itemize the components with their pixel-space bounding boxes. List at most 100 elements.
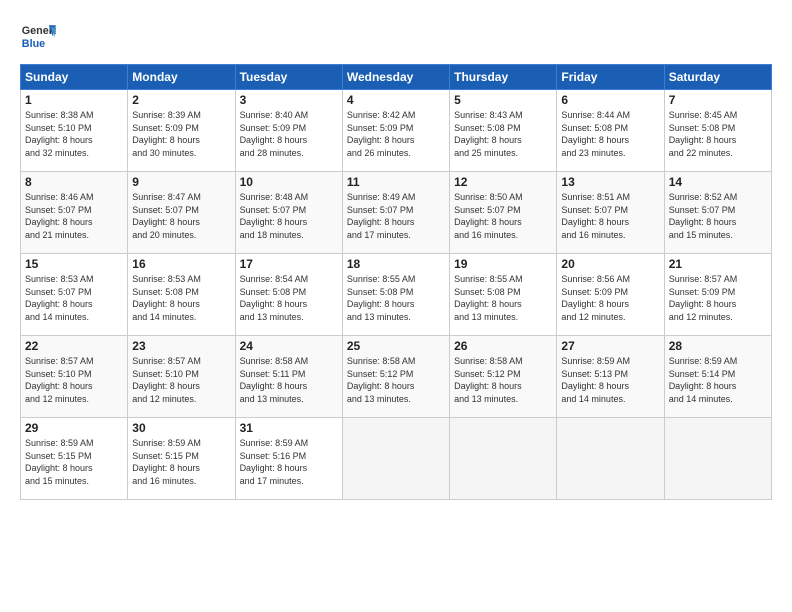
calendar-week-row: 1 Sunrise: 8:38 AM Sunset: 5:10 PM Daylig… — [21, 90, 772, 172]
calendar-cell: 7 Sunrise: 8:45 AM Sunset: 5:08 PM Daylig… — [664, 90, 771, 172]
day-number: 16 — [132, 257, 230, 271]
cell-info: Sunrise: 8:47 AM Sunset: 5:07 PM Dayligh… — [132, 191, 230, 241]
calendar-cell: 23Sunrise: 8:57 AM Sunset: 5:10 PM Dayli… — [128, 336, 235, 418]
cell-info: Sunrise: 8:52 AM Sunset: 5:07 PM Dayligh… — [669, 191, 767, 241]
day-number: 6 — [561, 93, 659, 107]
calendar-cell: 28Sunrise: 8:59 AM Sunset: 5:14 PM Dayli… — [664, 336, 771, 418]
col-header-friday: Friday — [557, 65, 664, 90]
col-header-thursday: Thursday — [450, 65, 557, 90]
calendar-cell: 20 Sunrise: 8:56 AM Sunset: 5:09 PM Dayli… — [557, 254, 664, 336]
calendar-cell: 31 Sunrise: 8:59 AM Sunset: 5:16 PM Dayli… — [235, 418, 342, 500]
calendar-cell — [664, 418, 771, 500]
day-number: 18 — [347, 257, 445, 271]
day-number: 12 — [454, 175, 552, 189]
day-number: 14 — [669, 175, 767, 189]
col-header-saturday: Saturday — [664, 65, 771, 90]
day-number: 22 — [25, 339, 123, 353]
day-number: 20 — [561, 257, 659, 271]
cell-info: Sunrise: 8:59 AM Sunset: 5:15 PM Dayligh… — [25, 437, 123, 487]
day-number: 8 — [25, 175, 123, 189]
calendar-cell: 8 Sunrise: 8:46 AM Sunset: 5:07 PM Daylig… — [21, 172, 128, 254]
cell-info: Sunrise: 8:53 AM Sunset: 5:08 PM Dayligh… — [132, 273, 230, 323]
day-number: 31 — [240, 421, 338, 435]
day-number: 24 — [240, 339, 338, 353]
cell-info: Sunrise: 8:56 AM Sunset: 5:09 PM Dayligh… — [561, 273, 659, 323]
calendar-cell: 29 Sunrise: 8:59 AM Sunset: 5:15 PM Dayli… — [21, 418, 128, 500]
calendar-cell: 4 Sunrise: 8:42 AM Sunset: 5:09 PM Daylig… — [342, 90, 449, 172]
cell-info: Sunrise: 8:58 AM Sunset: 5:12 PM Dayligh… — [454, 355, 552, 405]
cell-info: Sunrise: 8:48 AM Sunset: 5:07 PM Dayligh… — [240, 191, 338, 241]
cell-info: Sunrise: 8:59 AM Sunset: 5:13 PM Dayligh… — [561, 355, 659, 405]
cell-info: Sunrise: 8:49 AM Sunset: 5:07 PM Dayligh… — [347, 191, 445, 241]
calendar-table: SundayMondayTuesdayWednesdayThursdayFrid… — [20, 64, 772, 500]
day-number: 4 — [347, 93, 445, 107]
day-number: 7 — [669, 93, 767, 107]
cell-info: Sunrise: 8:42 AM Sunset: 5:09 PM Dayligh… — [347, 109, 445, 159]
svg-text:Blue: Blue — [22, 38, 45, 50]
cell-info: Sunrise: 8:54 AM Sunset: 5:08 PM Dayligh… — [240, 273, 338, 323]
cell-info: Sunrise: 8:53 AM Sunset: 5:07 PM Dayligh… — [25, 273, 123, 323]
col-header-sunday: Sunday — [21, 65, 128, 90]
logo-icon: General Blue — [20, 18, 56, 54]
day-number: 29 — [25, 421, 123, 435]
day-number: 26 — [454, 339, 552, 353]
calendar-cell: 15 Sunrise: 8:53 AM Sunset: 5:07 PM Dayli… — [21, 254, 128, 336]
logo: General Blue — [20, 18, 56, 54]
calendar-cell: 25 Sunrise: 8:58 AM Sunset: 5:12 PM Dayli… — [342, 336, 449, 418]
calendar-cell: 30 Sunrise: 8:59 AM Sunset: 5:15 PM Dayli… — [128, 418, 235, 500]
day-number: 3 — [240, 93, 338, 107]
calendar-cell: 16 Sunrise: 8:53 AM Sunset: 5:08 PM Dayli… — [128, 254, 235, 336]
day-number: 30 — [132, 421, 230, 435]
cell-info: Sunrise: 8:58 AM Sunset: 5:12 PM Dayligh… — [347, 355, 445, 405]
calendar-cell: 22Sunrise: 8:57 AM Sunset: 5:10 PM Dayli… — [21, 336, 128, 418]
cell-info: Sunrise: 8:39 AM Sunset: 5:09 PM Dayligh… — [132, 109, 230, 159]
calendar-cell: 21Sunrise: 8:57 AM Sunset: 5:09 PM Dayli… — [664, 254, 771, 336]
calendar-cell: 24 Sunrise: 8:58 AM Sunset: 5:11 PM Dayli… — [235, 336, 342, 418]
calendar-cell: 11 Sunrise: 8:49 AM Sunset: 5:07 PM Dayli… — [342, 172, 449, 254]
day-number: 23 — [132, 339, 230, 353]
cell-info: Sunrise: 8:44 AM Sunset: 5:08 PM Dayligh… — [561, 109, 659, 159]
calendar-cell: 19Sunrise: 8:55 AM Sunset: 5:08 PM Dayli… — [450, 254, 557, 336]
day-number: 28 — [669, 339, 767, 353]
calendar-week-row: 29 Sunrise: 8:59 AM Sunset: 5:15 PM Dayli… — [21, 418, 772, 500]
day-number: 2 — [132, 93, 230, 107]
calendar-cell: 18 Sunrise: 8:55 AM Sunset: 5:08 PM Dayli… — [342, 254, 449, 336]
col-header-monday: Monday — [128, 65, 235, 90]
cell-info: Sunrise: 8:55 AM Sunset: 5:08 PM Dayligh… — [347, 273, 445, 323]
day-number: 15 — [25, 257, 123, 271]
calendar-cell: 14 Sunrise: 8:52 AM Sunset: 5:07 PM Dayli… — [664, 172, 771, 254]
calendar-cell: 13 Sunrise: 8:51 AM Sunset: 5:07 PM Dayli… — [557, 172, 664, 254]
cell-info: Sunrise: 8:57 AM Sunset: 5:09 PM Dayligh… — [669, 273, 767, 323]
calendar-cell: 2 Sunrise: 8:39 AM Sunset: 5:09 PM Daylig… — [128, 90, 235, 172]
calendar-cell — [557, 418, 664, 500]
day-number: 25 — [347, 339, 445, 353]
cell-info: Sunrise: 8:38 AM Sunset: 5:10 PM Dayligh… — [25, 109, 123, 159]
calendar-cell: 27Sunrise: 8:59 AM Sunset: 5:13 PM Dayli… — [557, 336, 664, 418]
calendar-cell: 9 Sunrise: 8:47 AM Sunset: 5:07 PM Daylig… — [128, 172, 235, 254]
cell-info: Sunrise: 8:46 AM Sunset: 5:07 PM Dayligh… — [25, 191, 123, 241]
day-number: 1 — [25, 93, 123, 107]
page-header: General Blue — [20, 18, 772, 54]
cell-info: Sunrise: 8:45 AM Sunset: 5:08 PM Dayligh… — [669, 109, 767, 159]
cell-info: Sunrise: 8:43 AM Sunset: 5:08 PM Dayligh… — [454, 109, 552, 159]
calendar-cell: 10 Sunrise: 8:48 AM Sunset: 5:07 PM Dayli… — [235, 172, 342, 254]
day-number: 11 — [347, 175, 445, 189]
calendar-cell: 26 Sunrise: 8:58 AM Sunset: 5:12 PM Dayli… — [450, 336, 557, 418]
day-number: 9 — [132, 175, 230, 189]
col-header-tuesday: Tuesday — [235, 65, 342, 90]
day-number: 13 — [561, 175, 659, 189]
cell-info: Sunrise: 8:51 AM Sunset: 5:07 PM Dayligh… — [561, 191, 659, 241]
calendar-cell — [342, 418, 449, 500]
cell-info: Sunrise: 8:58 AM Sunset: 5:11 PM Dayligh… — [240, 355, 338, 405]
calendar-cell: 3Sunrise: 8:40 AM Sunset: 5:09 PM Daylig… — [235, 90, 342, 172]
calendar-cell: 5 Sunrise: 8:43 AM Sunset: 5:08 PM Daylig… — [450, 90, 557, 172]
calendar-week-row: 8 Sunrise: 8:46 AM Sunset: 5:07 PM Daylig… — [21, 172, 772, 254]
calendar-header-row: SundayMondayTuesdayWednesdayThursdayFrid… — [21, 65, 772, 90]
day-number: 10 — [240, 175, 338, 189]
calendar-week-row: 15 Sunrise: 8:53 AM Sunset: 5:07 PM Dayli… — [21, 254, 772, 336]
cell-info: Sunrise: 8:59 AM Sunset: 5:16 PM Dayligh… — [240, 437, 338, 487]
calendar-cell — [450, 418, 557, 500]
cell-info: Sunrise: 8:59 AM Sunset: 5:15 PM Dayligh… — [132, 437, 230, 487]
col-header-wednesday: Wednesday — [342, 65, 449, 90]
day-number: 5 — [454, 93, 552, 107]
